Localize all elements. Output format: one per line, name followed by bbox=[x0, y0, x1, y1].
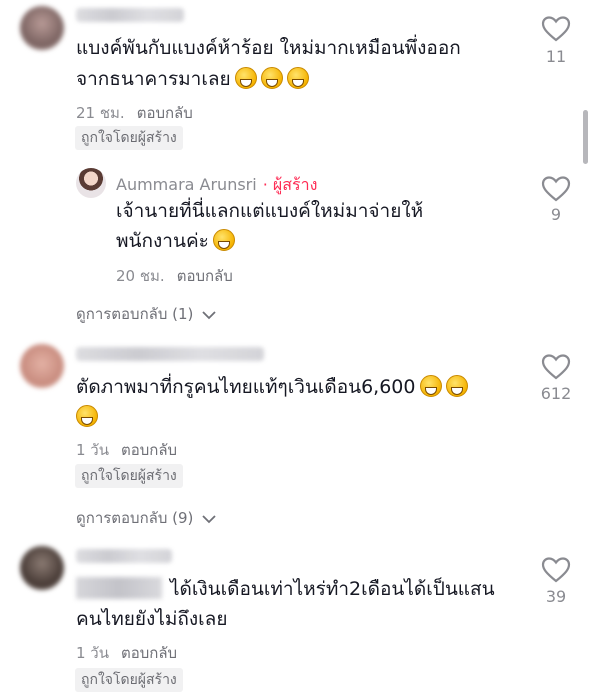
like-count: 11 bbox=[545, 47, 567, 66]
heart-outline-icon[interactable] bbox=[541, 556, 571, 584]
reply-text-line: เจ้านายที่นี่แลกแต่แบงค์ใหม่มาจ่ายให้ bbox=[116, 200, 424, 222]
grinning-face-emoji bbox=[260, 67, 283, 89]
reply-meta: 20 ชม. ตอบกลับ bbox=[116, 264, 233, 288]
avatar[interactable] bbox=[20, 6, 64, 50]
timestamp: 1 วัน bbox=[76, 441, 109, 459]
comment-text: คนไทยยังไม่ถึงเลย bbox=[76, 604, 227, 635]
comment-text bbox=[76, 402, 98, 433]
view-replies-button[interactable]: ดูการตอบกลับ (9) bbox=[76, 506, 217, 530]
comment-text: แบงค์พันกับแบงค์ห้าร้อย ใหม่มากเหมือนพึ่… bbox=[76, 33, 461, 64]
liked-by-creator-badge: ถูกใจโดยผู้สร้าง bbox=[75, 668, 183, 692]
comment-text: จากธนาคารมาเลย bbox=[76, 64, 309, 95]
like-count: 612 bbox=[540, 384, 572, 403]
reply-text-line: พนักงานค่ะ bbox=[116, 230, 209, 252]
redacted-text bbox=[76, 577, 162, 599]
grinning-sweat-emoji bbox=[419, 375, 442, 397]
comment-text-line: ตัดภาพมาที่กรูคนไทยแท้ๆเวินเดือน6,600 bbox=[76, 376, 416, 398]
avatar[interactable] bbox=[20, 546, 64, 590]
reply-text: เจ้านายที่นี่แลกแต่แบงค์ใหม่มาจ่ายให้ bbox=[116, 196, 423, 227]
grinning-sweat-emoji bbox=[445, 375, 468, 397]
view-replies-button[interactable]: ดูการตอบกลับ (1) bbox=[76, 302, 217, 326]
heart-outline-icon[interactable] bbox=[541, 353, 571, 381]
reply-text: พนักงานค่ะ bbox=[116, 226, 235, 257]
heart-outline-icon[interactable] bbox=[541, 175, 571, 203]
grinning-face-emoji bbox=[234, 67, 257, 89]
heart-outline-icon[interactable] bbox=[541, 15, 571, 43]
comment-text-line: ได้เงินเดือนเท่าไหร่ทำ2เดือนได้เป็นแสน bbox=[170, 578, 495, 600]
grinning-sweat-emoji bbox=[76, 405, 98, 427]
comment-meta: 1 วัน ตอบกลับ bbox=[76, 438, 177, 462]
timestamp: 20 ชม. bbox=[116, 267, 165, 285]
timestamp: 1 วัน bbox=[76, 644, 109, 662]
reply-button[interactable]: ตอบกลับ bbox=[137, 104, 193, 122]
comment-meta: 21 ชม. ตอบกลับ bbox=[76, 101, 193, 125]
chevron-down-icon bbox=[202, 514, 216, 523]
liked-by-creator-badge: ถูกใจโดยผู้สร้าง bbox=[75, 126, 183, 150]
timestamp: 21 ชม. bbox=[76, 104, 125, 122]
comment-text: ตัดภาพมาที่กรูคนไทยแท้ๆเวินเดือน6,600 bbox=[76, 372, 468, 403]
reply-author: Aummara Arunsri · ผู้สร้าง bbox=[116, 173, 317, 198]
reply-button[interactable]: ตอบกลับ bbox=[121, 644, 177, 662]
username[interactable] bbox=[76, 549, 172, 563]
comment-text-line: คนไทยยังไม่ถึงเลย bbox=[76, 608, 228, 630]
creator-label: · ผู้สร้าง bbox=[262, 175, 318, 194]
avatar[interactable] bbox=[76, 168, 106, 198]
username[interactable] bbox=[76, 8, 184, 22]
like-count: 39 bbox=[545, 587, 567, 606]
reply-button[interactable]: ตอบกลับ bbox=[177, 267, 233, 285]
avatar[interactable] bbox=[20, 344, 64, 388]
scrollbar[interactable] bbox=[583, 110, 588, 164]
view-replies-label: ดูการตอบกลับ (9) bbox=[76, 509, 194, 527]
username[interactable] bbox=[76, 347, 264, 361]
liked-by-creator-badge: ถูกใจโดยผู้สร้าง bbox=[75, 464, 183, 488]
comment-meta: 1 วัน ตอบกลับ bbox=[76, 641, 177, 665]
comment-text-line: จากธนาคารมาเลย bbox=[76, 68, 231, 90]
like-count: 9 bbox=[550, 205, 562, 224]
comment-text-line: แบงค์พันกับแบงค์ห้าร้อย ใหม่มากเหมือนพึ่… bbox=[76, 37, 461, 59]
grinning-face-emoji bbox=[286, 67, 309, 89]
view-replies-label: ดูการตอบกลับ (1) bbox=[76, 305, 194, 323]
smiling-face-emoji bbox=[212, 229, 235, 251]
reply-button[interactable]: ตอบกลับ bbox=[121, 441, 177, 459]
chevron-down-icon bbox=[202, 310, 216, 319]
comment-text: ได้เงินเดือนเท่าไหร่ทำ2เดือนได้เป็นแสน bbox=[76, 574, 495, 605]
author-name[interactable]: Aummara Arunsri bbox=[116, 175, 257, 194]
